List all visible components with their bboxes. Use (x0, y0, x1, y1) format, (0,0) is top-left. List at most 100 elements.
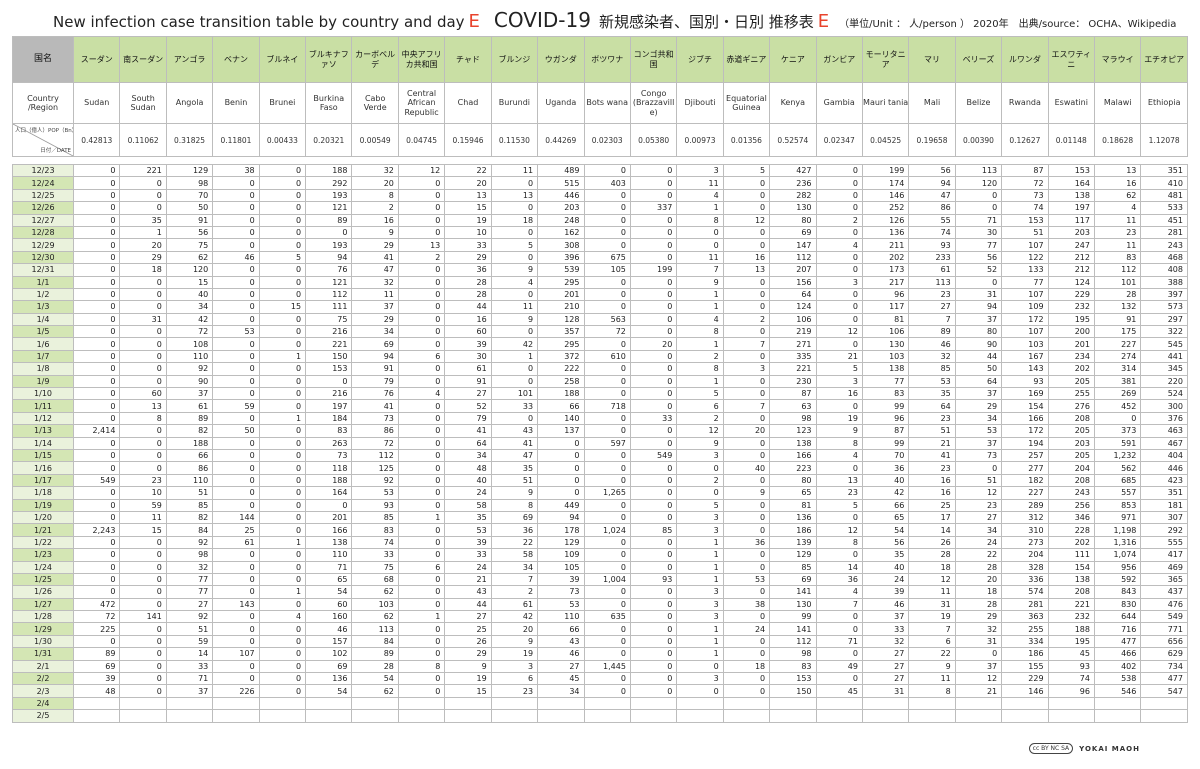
case-count-cell: 205 (1047, 424, 1095, 438)
case-count-cell: 0 (583, 238, 631, 252)
case-count-cell: 46 (305, 622, 353, 636)
case-count-cell: 0 (722, 287, 771, 302)
date-cell: 1/17 (11, 473, 75, 488)
case-count-cell: 27 (861, 647, 910, 661)
date-cell: 1/21 (11, 523, 75, 537)
case-count-cell: 1,198 (1093, 523, 1142, 537)
case-count-cell: 73 (1001, 188, 1049, 203)
case-count-cell: 219 (769, 325, 817, 339)
case-count-cell: 77 (954, 238, 1003, 252)
case-count-cell: 41 (351, 250, 399, 265)
case-count-cell: 109 (1001, 300, 1049, 314)
case-count-cell: 29 (351, 238, 399, 252)
case-count-cell: 34 (444, 448, 492, 463)
case-count-cell: 19 (444, 213, 492, 227)
case-count-cell: 53 (537, 597, 585, 612)
case-count-cell: 49 (815, 659, 863, 674)
case-count-cell: 0 (258, 436, 307, 451)
case-count-cell: 0 (212, 201, 260, 215)
case-count-cell: 281 (1001, 597, 1049, 612)
case-count-cell: 83 (351, 523, 399, 537)
case-count-cell: 207 (769, 263, 817, 277)
case-count-cell: 44 (444, 300, 492, 314)
population-cell: 0.02303 (583, 123, 631, 157)
case-count-cell: 98 (769, 411, 817, 426)
case-count-cell: 83 (861, 387, 910, 401)
case-count-cell: 372 (537, 349, 585, 364)
case-count-cell: 51 (165, 486, 214, 500)
case-count-cell: 3 (490, 659, 539, 674)
case-count-cell: 0 (397, 622, 446, 636)
case-count-cell: 221 (769, 362, 817, 376)
case-count-cell: 199 (629, 263, 678, 277)
date-cell: 1/13 (11, 424, 75, 438)
date-cell: 1/2 (11, 287, 75, 302)
case-count-cell: 112 (769, 634, 817, 649)
case-count-cell: 0 (583, 374, 631, 389)
case-count-cell: 0 (258, 287, 307, 302)
case-count-cell: 23 (815, 486, 863, 500)
case-count-cell: 0 (1093, 411, 1142, 426)
case-count-cell: 111 (305, 300, 353, 314)
case-count-cell: 0 (212, 585, 260, 599)
case-count-cell: 64 (769, 287, 817, 302)
case-count-cell: 53 (954, 424, 1003, 438)
case-count-cell: 0 (397, 263, 446, 277)
case-count-cell: 0 (258, 263, 307, 277)
case-count-cell (119, 709, 167, 723)
case-count-cell: 83 (769, 659, 817, 674)
case-count-cell (815, 696, 863, 711)
case-count-cell: 44 (444, 597, 492, 612)
country-name-ja: エスワティニ (1047, 36, 1095, 83)
date-cell: 1/19 (11, 498, 75, 512)
case-count-cell: 0 (629, 163, 678, 178)
case-count-cell: 300 (1140, 399, 1188, 413)
case-count-cell: 93 (629, 572, 678, 587)
case-count-cell: 221 (1047, 597, 1095, 612)
table-row: 1/13 2,414 0 82 50 0 83 86 0 41 43 137 0 0 12 20 123 9 87 5… (11, 424, 1188, 438)
case-count-cell: 24 (444, 560, 492, 574)
date-cell: 12/26 (11, 201, 75, 215)
country-name-en: Angola (165, 82, 214, 124)
case-count-cell: 0 (815, 312, 863, 327)
case-count-cell: 117 (1047, 213, 1095, 227)
case-count-cell: 9 (490, 312, 539, 327)
table-row: 1/6 0 0 108 0 0 221 69 0 39 42 295 0 20 1 7 271 0 130 46 90 1… (11, 337, 1188, 351)
case-count-cell: 7 (908, 622, 956, 636)
table-row: 1/12 0 8 89 0 1 184 73 0 79 0 140 0 33 2 0 98 19 96 23 34 166… (11, 411, 1188, 426)
case-count-cell (444, 709, 492, 723)
case-count-cell: 685 (1093, 473, 1142, 488)
case-count-cell: 53 (908, 374, 956, 389)
case-count-cell: 71 (954, 213, 1003, 227)
case-count-cell: 199 (861, 163, 910, 178)
case-count-cell: 0 (119, 535, 167, 550)
case-count-cell: 40 (444, 473, 492, 488)
case-count-cell: 212 (1047, 263, 1095, 277)
case-count-cell: 11 (676, 176, 724, 190)
case-count-cell (258, 709, 307, 723)
case-count-cell: 0 (722, 349, 771, 364)
case-count-cell: 208 (1047, 585, 1095, 599)
case-count-cell: 74 (1047, 671, 1095, 686)
case-count-cell: 73 (351, 411, 399, 426)
case-count-cell: 94 (305, 250, 353, 265)
case-count-cell: 112 (769, 250, 817, 265)
case-count-cell: 143 (1001, 362, 1049, 376)
case-count-cell: 33 (444, 548, 492, 562)
case-count-cell: 0 (119, 287, 167, 302)
case-count-cell: 72 (1001, 176, 1049, 190)
case-count-cell: 232 (1047, 300, 1095, 314)
title-japanese: 新規感染者、国別・日別 推移表 (598, 13, 814, 31)
case-count-cell: 0 (583, 585, 631, 599)
case-count-cell: 644 (1093, 610, 1142, 624)
case-count-cell: 19 (908, 610, 956, 624)
case-count-cell: 46 (908, 337, 956, 351)
case-count-cell: 1,445 (583, 659, 631, 674)
case-count-cell: 0 (722, 225, 771, 240)
case-count-cell: 154 (1001, 399, 1049, 413)
case-count-cell (722, 709, 771, 723)
case-count-cell: 0 (258, 659, 307, 674)
date-cell: 1/18 (11, 486, 75, 500)
case-count-cell: 9 (676, 436, 724, 451)
case-count-cell: 103 (351, 597, 399, 612)
